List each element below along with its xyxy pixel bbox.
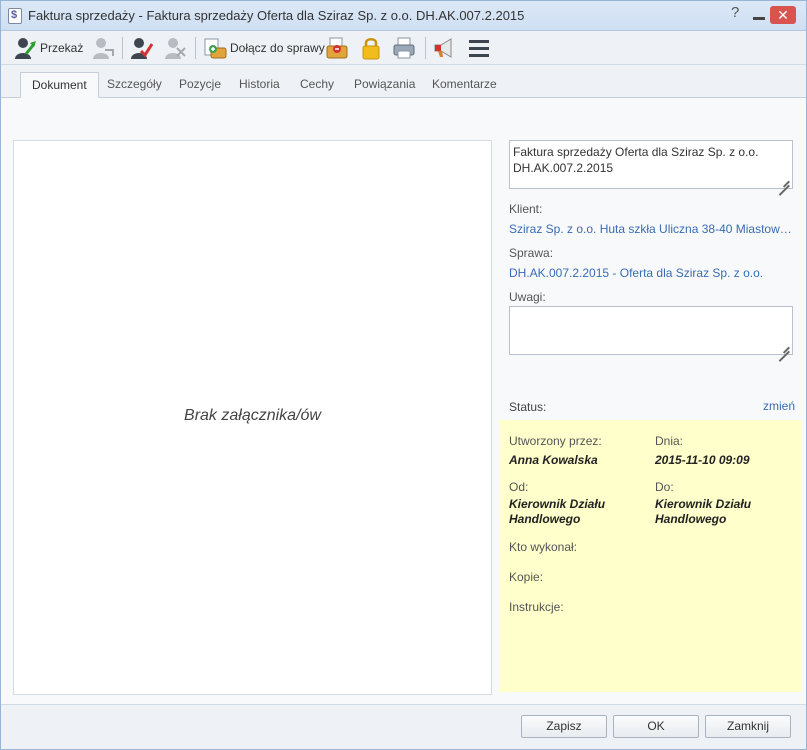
title-bar: Faktura sprzedaży - Faktura sprzedaży Of…	[1, 1, 806, 31]
date-value: 2015-11-10 09:09	[655, 453, 750, 467]
ok-button[interactable]: OK	[613, 715, 699, 738]
user-reject-icon	[165, 38, 186, 59]
dialog-footer: Zapisz OK Zamknij	[1, 704, 806, 749]
to-value-line1: Kierownik Działu	[655, 497, 752, 511]
dialog-window: Faktura sprzedaży - Faktura sprzedaży Of…	[0, 0, 807, 750]
instructions-label: Instrukcje:	[509, 600, 564, 614]
window-title: Faktura sprzedaży - Faktura sprzedaży Of…	[28, 8, 525, 23]
document-tab-content: Brak załącznika/ów Faktura sprzedaży Ofe…	[1, 98, 806, 704]
user-accept-icon	[131, 38, 153, 59]
app-document-icon	[8, 8, 22, 24]
save-button[interactable]: Zapisz	[521, 715, 607, 738]
notes-label: Uwagi:	[509, 290, 546, 304]
client-label: Klient:	[509, 202, 543, 216]
printer-icon	[393, 37, 415, 59]
attach-to-case-button[interactable]: Dołącz do sprawy	[203, 35, 325, 61]
attachment-preview: Brak załącznika/ów	[13, 140, 492, 695]
announce-button[interactable]	[432, 35, 456, 61]
forward-button[interactable]: Przekaż	[13, 35, 83, 61]
lock-icon	[362, 38, 380, 60]
to-label: Do:	[655, 480, 674, 494]
notes-field[interactable]	[509, 306, 793, 355]
from-value-line1: Kierownik Działu	[509, 497, 606, 511]
description-text: Faktura sprzedaży Oferta dla Sziraz Sp. …	[513, 145, 759, 175]
client-link[interactable]: Sziraz Sp. z o.o. Huta szkła Uliczna 38-…	[509, 222, 793, 236]
executed-by-label: Kto wykonał:	[509, 540, 578, 554]
no-attachment-message: Brak załącznika/ów	[184, 407, 321, 424]
print-button[interactable]	[392, 35, 416, 61]
help-button[interactable]: ?	[731, 4, 745, 22]
document-info-panel: Utworzony przez: Anna Kowalska Dnia: 201…	[499, 420, 802, 692]
created-by-label: Utworzony przez:	[509, 434, 602, 448]
tab-cechy[interactable]: Cechy	[289, 72, 345, 98]
toolbar-separator	[122, 37, 123, 59]
toolbar: Przekaż Dołącz do sprawy	[1, 31, 806, 65]
lock-button[interactable]	[359, 35, 383, 61]
user-return-icon	[93, 38, 114, 59]
case-label: Sprawa:	[509, 246, 554, 260]
tab-szczegoly[interactable]: Szczegóły	[96, 72, 173, 98]
from-value-line2: Handlowego	[509, 512, 581, 526]
tab-historia[interactable]: Historia	[228, 72, 291, 98]
briefcase-remove-icon	[326, 37, 348, 59]
close-window-button[interactable]: ✕	[770, 6, 796, 24]
description-field[interactable]: Faktura sprzedaży Oferta dla Sziraz Sp. …	[509, 140, 793, 189]
tab-komentarze[interactable]: Komentarze	[421, 72, 508, 98]
copies-label: Kopie:	[509, 570, 544, 584]
attach-to-case-label: Dołącz do sprawy	[230, 41, 325, 55]
forward-label: Przekaż	[40, 41, 84, 55]
tab-bar: Dokument Szczegóły Pozycje Historia Cech…	[1, 65, 806, 98]
from-label: Od:	[509, 480, 529, 494]
toolbar-separator	[425, 37, 426, 59]
change-status-link[interactable]: zmień	[763, 399, 795, 413]
remove-from-case-button[interactable]	[325, 35, 349, 61]
close-button[interactable]: Zamknij	[705, 715, 791, 738]
status-label: Status:	[509, 400, 547, 414]
case-link[interactable]: DH.AK.007.2.2015 - Oferta dla Sziraz Sp.…	[509, 266, 793, 280]
attach-to-case-icon	[204, 38, 227, 59]
tab-powiazania[interactable]: Powiązania	[343, 72, 426, 98]
created-by-value: Anna Kowalska	[509, 453, 598, 467]
to-value-line2: Handlowego	[655, 512, 727, 526]
megaphone-icon	[434, 38, 452, 58]
user-return-button[interactable]	[91, 35, 115, 61]
toolbar-separator	[195, 37, 196, 59]
hamburger-menu-icon	[469, 40, 489, 57]
resize-handle-icon[interactable]	[778, 340, 790, 352]
tab-pozycje[interactable]: Pozycje	[168, 72, 232, 98]
minimize-button[interactable]	[750, 6, 768, 24]
tab-dokument[interactable]: Dokument	[20, 72, 99, 98]
forward-user-icon	[15, 38, 36, 59]
more-menu-button[interactable]	[467, 35, 491, 61]
reject-button[interactable]	[163, 35, 187, 61]
accept-button[interactable]	[129, 35, 153, 61]
date-label: Dnia:	[655, 434, 684, 448]
resize-handle-icon[interactable]	[778, 174, 790, 186]
